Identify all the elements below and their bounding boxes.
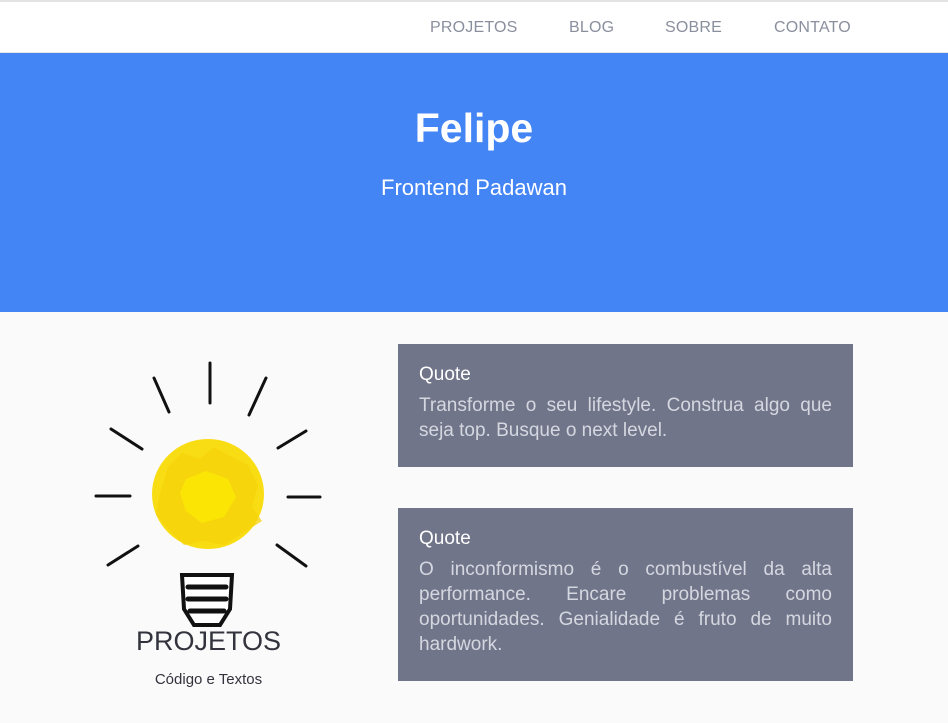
quote-card: Quote O inconformismo é o combustível da… bbox=[398, 508, 853, 681]
nav-link-projetos[interactable]: PROJETOS bbox=[430, 19, 518, 37]
quote-title: Quote bbox=[419, 528, 471, 549]
projects-subtitle: Código e Textos bbox=[154, 671, 263, 688]
nav-link-sobre[interactable]: SOBRE bbox=[665, 19, 722, 37]
nav-link-contato[interactable]: CONTATO bbox=[774, 19, 851, 37]
quote-text: O inconformismo é o combustível da alta … bbox=[419, 559, 832, 655]
nav-link-blog[interactable]: BLOG bbox=[569, 19, 614, 37]
hero-subtitle: Frontend Padawan bbox=[381, 175, 567, 200]
quote-text: Transforme o seu lifestyle. Construa alg… bbox=[419, 395, 832, 441]
top-nav: PROJETOS BLOG SOBRE CONTATO bbox=[0, 2, 948, 53]
quote-card: Quote Transforme o seu lifestyle. Constr… bbox=[398, 344, 853, 467]
hero-title: Felipe bbox=[414, 105, 534, 151]
quote-title: Quote bbox=[419, 364, 471, 385]
hero-banner: Felipe Frontend Padawan bbox=[0, 53, 948, 312]
lightbulb-icon[interactable] bbox=[90, 355, 330, 635]
projects-title[interactable]: PROJETOS bbox=[90, 626, 327, 657]
